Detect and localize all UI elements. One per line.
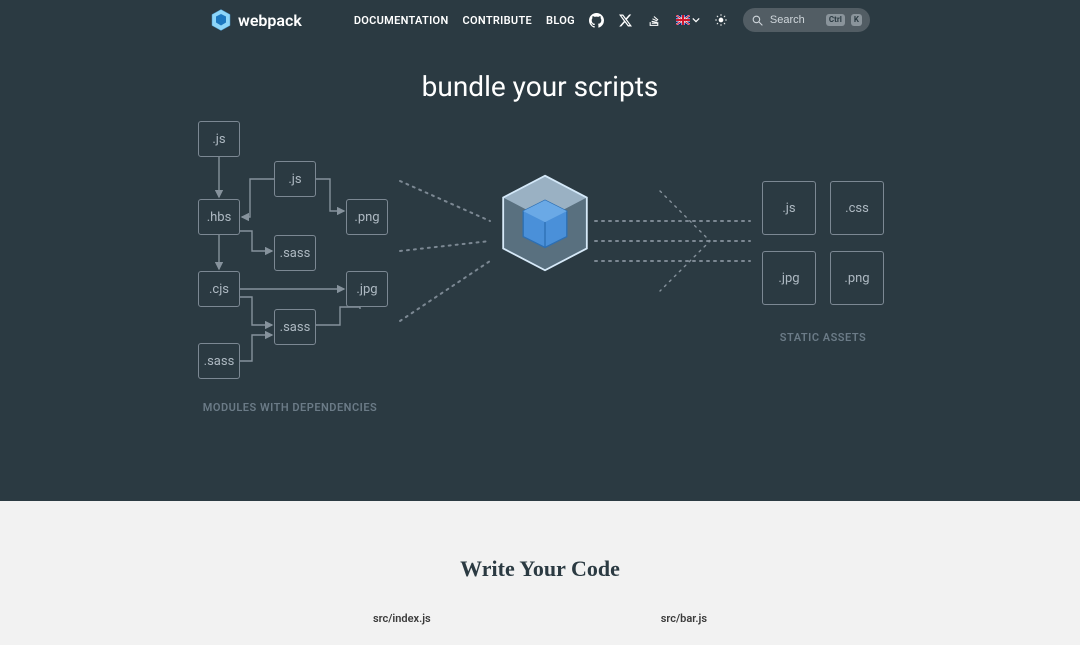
search-box[interactable]: Ctrl K bbox=[743, 8, 870, 32]
nav-right: DOCUMENTATION CONTRIBUTE BLOG Ctrl K bbox=[354, 8, 870, 32]
bundle-diagram: .js .js .hbs .png .sass .cjs .jpg .sass … bbox=[190, 121, 890, 451]
module-hbs: .hbs bbox=[198, 199, 240, 235]
modules-label: MODULES WITH DEPENDENCIES bbox=[190, 401, 390, 414]
asset-css: .css bbox=[830, 181, 884, 235]
stackoverflow-icon[interactable] bbox=[647, 13, 662, 28]
asset-js: .js bbox=[762, 181, 816, 235]
module-sass: .sass bbox=[274, 235, 316, 271]
search-icon bbox=[751, 14, 764, 27]
module-png: .png bbox=[346, 199, 388, 235]
search-shortcut-k: K bbox=[851, 14, 862, 26]
hero: bundle your scripts bbox=[0, 40, 1080, 451]
nav-documentation[interactable]: DOCUMENTATION bbox=[354, 14, 449, 27]
search-shortcut-ctrl: Ctrl bbox=[826, 14, 845, 26]
asset-jpg: .jpg bbox=[762, 251, 816, 305]
asset-png: .png bbox=[830, 251, 884, 305]
hero-dynamic-word: scripts bbox=[574, 70, 659, 103]
webpack-logo-icon bbox=[210, 9, 232, 31]
code-filename-2: src/bar.js bbox=[661, 612, 707, 625]
logo[interactable]: webpack bbox=[210, 9, 302, 31]
x-twitter-icon[interactable] bbox=[618, 13, 633, 28]
write-code-title: Write Your Code bbox=[0, 556, 1080, 582]
search-input[interactable] bbox=[770, 14, 820, 26]
code-filename-1: src/index.js bbox=[373, 612, 431, 625]
github-icon[interactable] bbox=[589, 13, 604, 28]
module-jpg: .jpg bbox=[346, 271, 388, 307]
nav-blog[interactable]: BLOG bbox=[546, 14, 575, 27]
chevron-down-icon bbox=[692, 16, 700, 24]
module-js: .js bbox=[274, 161, 316, 197]
module-cjs: .cjs bbox=[198, 271, 240, 307]
site-header: webpack DOCUMENTATION CONTRIBUTE BLOG Ct… bbox=[0, 0, 1080, 40]
nav-contribute[interactable]: CONTRIBUTE bbox=[463, 14, 533, 27]
language-switch[interactable] bbox=[676, 15, 700, 25]
hero-prefix: bundle your bbox=[422, 70, 574, 103]
module-sass: .sass bbox=[274, 309, 316, 345]
module-sass: .sass bbox=[198, 343, 240, 379]
write-code-section: Write Your Code src/index.js src/bar.js bbox=[0, 501, 1080, 645]
brand-text: webpack bbox=[238, 11, 302, 30]
hero-title: bundle your scripts bbox=[0, 70, 1080, 103]
bundler-cube-icon bbox=[498, 173, 592, 273]
module-js: .js bbox=[198, 121, 240, 157]
assets-label: STATIC ASSETS bbox=[762, 331, 884, 344]
theme-toggle-icon[interactable] bbox=[714, 13, 729, 28]
